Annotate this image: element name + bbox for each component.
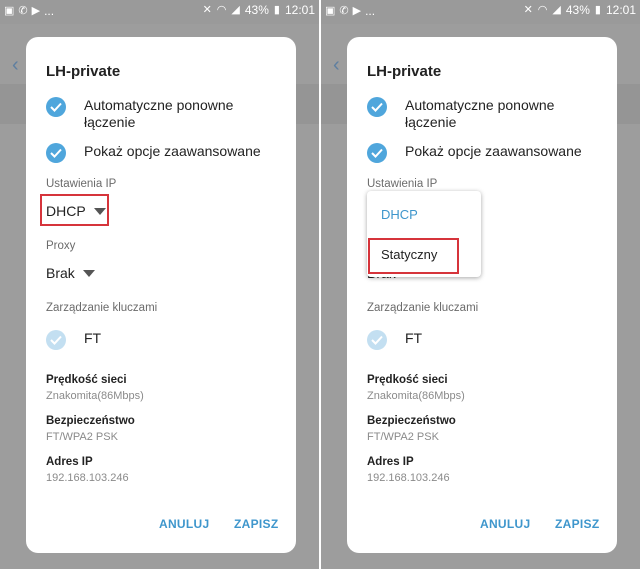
save-button[interactable]: ZAPISZ (234, 517, 278, 531)
battery-percent: 43% (565, 3, 590, 17)
checkmark-icon (46, 330, 66, 350)
signal-icon: ◢ (552, 4, 561, 16)
auto-reconnect-line1: Automatyczne ponowne (84, 97, 234, 113)
left-screenshot-panel: ▣ ✆ ▶ ... ✕ ◠ ◢ 43% ▮ 12:01 ‹ LH-private… (0, 0, 319, 569)
ip-address-title: Adres IP (46, 456, 93, 468)
ip-settings-label: Ustawienia IP (46, 178, 117, 190)
ft-option: FT (46, 330, 101, 350)
dialog-title: LH-private (46, 63, 121, 80)
wifi-icon: ◠ (216, 4, 227, 16)
key-management-label: Zarządzanie kluczami (46, 302, 158, 314)
auto-reconnect-line1: Automatyczne ponowne (405, 97, 555, 113)
advanced-options-label: Pokaż opcje zaawansowane (84, 143, 261, 159)
play-icon: ▶ (352, 5, 362, 17)
save-button[interactable]: ZAPISZ (555, 517, 599, 531)
back-arrow-icon: ‹ (12, 54, 19, 76)
more-notifications: ... (44, 4, 55, 18)
signal-icon: ◢ (231, 4, 240, 16)
auto-reconnect-label: Automatyczne ponowne łączenie (405, 97, 554, 131)
auto-reconnect-line2: łączenie (405, 114, 457, 130)
ft-label: FT (405, 330, 423, 346)
security-title: Bezpieczeństwo (46, 415, 135, 427)
advanced-options-toggle[interactable]: Pokaż opcje zaawansowane (46, 143, 261, 163)
checkmark-icon (367, 97, 387, 117)
clock: 12:01 (284, 3, 315, 17)
security-value: FT/WPA2 PSK (367, 431, 439, 443)
ft-option: FT (367, 330, 422, 350)
speed-value: Znakomita(86Mbps) (46, 390, 144, 402)
checkmark-icon (46, 97, 66, 117)
speed-value: Znakomita(86Mbps) (367, 390, 465, 402)
proxy-dropdown[interactable]: Brak (46, 265, 95, 281)
advanced-options-toggle[interactable]: Pokaż opcje zaawansowane (367, 143, 582, 163)
ip-address-title: Adres IP (367, 456, 414, 468)
mute-icon: ✕ (523, 4, 533, 16)
more-notifications: ... (365, 4, 376, 18)
cancel-button[interactable]: ANULUJ (159, 517, 209, 531)
checkmark-icon (367, 330, 387, 350)
wifi-network-dialog: LH-private Automatyczne ponowne łączenie … (26, 37, 296, 553)
auto-reconnect-label: Automatyczne ponowne łączenie (84, 97, 233, 131)
dropdown-option-dhcp[interactable]: DHCP (381, 207, 418, 222)
status-bar: ▣ ✆ ▶ ... ✕ ◠ ◢ 43% ▮ 12:01 (0, 0, 319, 24)
battery-icon: ▮ (594, 4, 601, 16)
checkmark-icon (46, 143, 66, 163)
speed-title: Prędkość sieci (367, 374, 448, 386)
dropdown-caret-icon (82, 269, 95, 277)
ip-address-value: 192.168.103.246 (367, 472, 450, 484)
whatsapp-icon: ✆ (18, 5, 28, 17)
auto-reconnect-line2: łączenie (84, 114, 136, 130)
status-bar: ▣ ✆ ▶ ... ✕ ◠ ◢ 43% ▮ 12:01 (321, 0, 640, 24)
ip-address-value: 192.168.103.246 (46, 472, 129, 484)
checkmark-icon (367, 143, 387, 163)
whatsapp-icon: ✆ (339, 5, 349, 17)
cancel-button[interactable]: ANULUJ (480, 517, 530, 531)
highlight-box (368, 238, 459, 274)
auto-reconnect-option[interactable]: Automatyczne ponowne łączenie (46, 97, 233, 131)
auto-reconnect-option[interactable]: Automatyczne ponowne łączenie (367, 97, 554, 131)
battery-percent: 43% (244, 3, 269, 17)
speed-title: Prędkość sieci (46, 374, 127, 386)
play-icon: ▶ (31, 5, 41, 17)
security-title: Bezpieczeństwo (367, 415, 456, 427)
proxy-value: Brak (46, 265, 75, 281)
key-management-label: Zarządzanie kluczami (367, 302, 479, 314)
wifi-network-dialog: LH-private Automatyczne ponowne łączenie … (347, 37, 617, 553)
right-screenshot-panel: ▣ ✆ ▶ ... ✕ ◠ ◢ 43% ▮ 12:01 ‹ LH-private… (321, 0, 640, 569)
battery-icon: ▮ (273, 4, 280, 16)
clock: 12:01 (605, 3, 636, 17)
ip-settings-label: Ustawienia IP (367, 178, 438, 190)
highlight-box (40, 194, 109, 226)
ft-label: FT (84, 330, 102, 346)
dialog-title: LH-private (367, 63, 442, 80)
gallery-icon: ▣ (325, 5, 336, 17)
proxy-label: Proxy (46, 240, 76, 252)
security-value: FT/WPA2 PSK (46, 431, 118, 443)
mute-icon: ✕ (202, 4, 212, 16)
wifi-icon: ◠ (537, 4, 548, 16)
advanced-options-label: Pokaż opcje zaawansowane (405, 143, 582, 159)
gallery-icon: ▣ (4, 5, 15, 17)
back-arrow-icon: ‹ (333, 54, 340, 76)
